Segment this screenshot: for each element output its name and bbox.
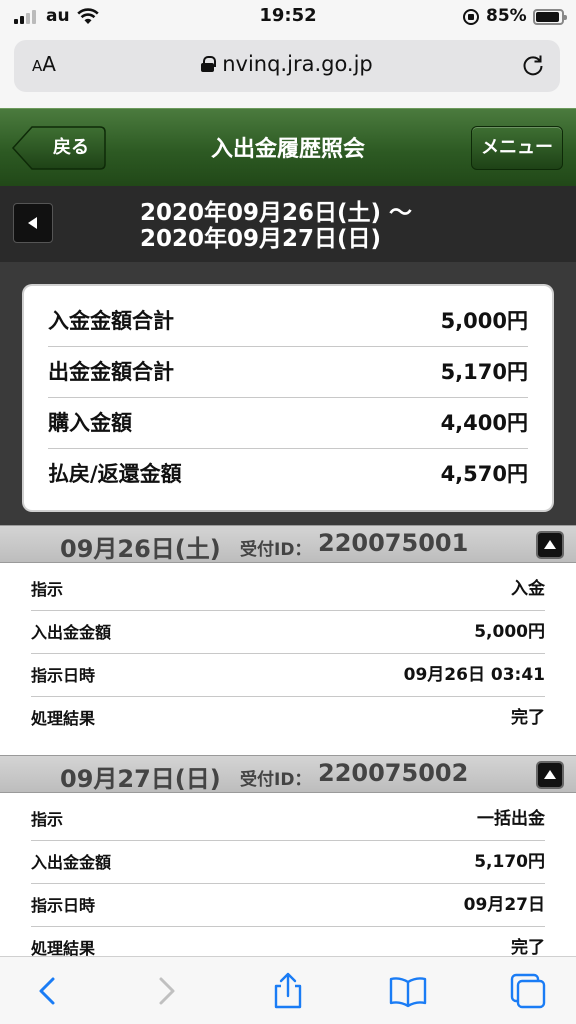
row-label: 指示: [31, 580, 64, 599]
battery-icon: [533, 9, 567, 25]
menu-button[interactable]: メニュー: [471, 126, 563, 170]
summary-section: 入金金額合計 5,000円 出金金額合計 5,170円 購入金額 4,400円 払戻/…: [0, 262, 576, 526]
row-label: 処理結果: [31, 709, 96, 728]
share-icon[interactable]: [268, 971, 308, 1011]
row-label: 入出金金額: [31, 853, 112, 872]
receipt-id: 220075002: [318, 759, 469, 787]
transaction-row: 入出金金額 5,000円: [31, 611, 545, 654]
row-label: 指示日時: [31, 666, 96, 685]
transaction-row: 指示日時 09月27日: [31, 884, 545, 927]
summary-label: 払戻/返還金額: [48, 462, 182, 486]
transaction-card: 09月26日(土) 受付ID： 220075001 指示 入金 入出金金額 5,00…: [0, 525, 576, 757]
summary-value: 4,400円: [440, 411, 528, 435]
bookmarks-icon[interactable]: [388, 971, 428, 1011]
battery-percentage: 85%: [486, 6, 527, 26]
transaction-row: 指示 一括出金: [31, 798, 545, 841]
date-range-label: 2020年09月26日(土) 〜 2020年09月27日(日): [140, 200, 412, 252]
transaction-row: 処理結果 完了: [31, 697, 545, 740]
summary-label: 購入金額: [48, 411, 132, 435]
status-bar: au 19:52 85%: [0, 0, 576, 34]
app-header: 戻る 入出金履歴照会 メニュー: [0, 108, 576, 186]
transaction-header: 09月26日(土) 受付ID： 220075001: [0, 525, 576, 563]
summary-row: 払戻/返還金額 4,570円: [48, 449, 528, 500]
row-value: 5,170円: [474, 852, 545, 872]
row-label: 指示: [31, 810, 64, 829]
summary-label: 入金金額合計: [48, 309, 174, 333]
forward-arrow-icon[interactable]: [146, 971, 186, 1011]
date-range-end: 2020年09月27日(日): [140, 226, 382, 252]
transaction-date: 09月27日(日): [60, 765, 221, 793]
url-display[interactable]: nvinq.jra.go.jp: [14, 52, 560, 76]
summary-value: 5,170円: [440, 360, 528, 384]
orientation-lock-icon: [463, 9, 479, 25]
previous-period-button[interactable]: [13, 203, 53, 243]
receipt-id: 220075001: [318, 529, 469, 557]
reload-icon[interactable]: [520, 52, 546, 78]
transaction-card: 09月27日(日) 受付ID： 220075002 指示 一括出金 入出金金額 5,…: [0, 755, 576, 965]
row-value: 09月26日 03:41: [403, 665, 545, 685]
row-label: 指示日時: [31, 896, 96, 915]
row-value: 09月27日: [463, 895, 545, 915]
summary-row: 出金金額合計 5,170円: [48, 347, 528, 398]
transaction-date: 09月26日(土): [60, 535, 221, 563]
padlock-icon: [201, 56, 217, 72]
row-value: 完了: [511, 708, 545, 728]
back-arrow-icon[interactable]: [28, 971, 68, 1011]
transaction-row: 指示日時 09月26日 03:41: [31, 654, 545, 697]
row-value: 入金: [511, 579, 545, 599]
row-value: 5,000円: [474, 622, 545, 642]
transaction-row: 指示 入金: [31, 568, 545, 611]
summary-card: 入金金額合計 5,000円 出金金額合計 5,170円 購入金額 4,400円 払戻/…: [24, 286, 552, 510]
transaction-header: 09月27日(日) 受付ID： 220075002: [0, 755, 576, 793]
browser-toolbar: [0, 956, 576, 1024]
transaction-row: 入出金金額 5,170円: [31, 841, 545, 884]
summary-label: 出金金額合計: [48, 360, 174, 384]
summary-value: 5,000円: [440, 309, 528, 333]
receipt-id-label: 受付ID：: [240, 540, 312, 560]
row-value: 一括出金: [477, 809, 545, 829]
tabs-icon[interactable]: [508, 971, 548, 1011]
row-label: 入出金金額: [31, 623, 112, 642]
browser-chrome: au 19:52 85% AA nvinq.jra.go.jp: [0, 0, 576, 108]
receipt-id-label: 受付ID：: [240, 770, 312, 790]
address-bar[interactable]: AA nvinq.jra.go.jp: [14, 40, 560, 92]
collapse-button[interactable]: [536, 531, 564, 559]
date-range-start: 2020年09月26日(土) 〜: [140, 200, 413, 226]
summary-row: 入金金額合計 5,000円: [48, 296, 528, 347]
summary-value: 4,570円: [440, 462, 528, 486]
url-text: nvinq.jra.go.jp: [222, 52, 373, 76]
collapse-button[interactable]: [536, 761, 564, 789]
summary-row: 購入金額 4,400円: [48, 398, 528, 449]
date-range-bar: 2020年09月26日(土) 〜 2020年09月27日(日): [0, 186, 576, 262]
